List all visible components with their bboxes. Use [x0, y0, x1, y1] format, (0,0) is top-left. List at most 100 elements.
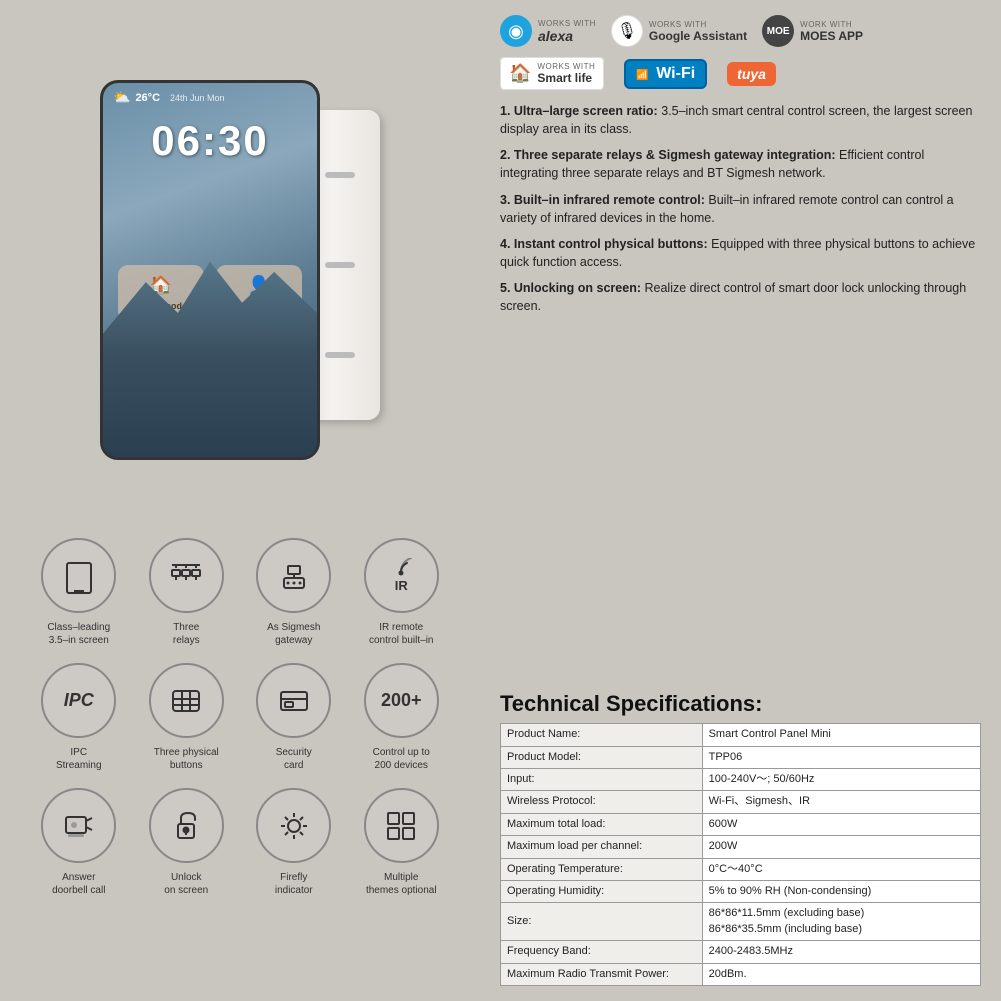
unlock-icon [168, 808, 204, 844]
alexa-name: alexa [538, 28, 596, 44]
spec-value: 20dBm. [702, 963, 980, 985]
temperature: 26°C [135, 92, 160, 104]
ipc-icon-circle: IPC [41, 663, 116, 738]
feature-ipc: IPC IPCStreaming [25, 655, 133, 780]
spec-value: Wi-Fi、Sigmesh、IR [702, 791, 980, 813]
spec-key: Wireless Protocol: [501, 791, 703, 813]
tuya-label: tuya [737, 66, 766, 82]
side-indicator-3 [325, 352, 355, 358]
clock-display: 06:30 [103, 117, 317, 165]
firefly-feature-label: Fireflyindicator [275, 871, 313, 897]
smartlife-compat: 🏠 WORKS WITH Smart life [500, 57, 604, 90]
unlock-icon-circle [149, 788, 224, 863]
buttons-feature-label: Three physicalbuttons [154, 746, 219, 772]
spec-row: Product Model:TPP06 [501, 746, 981, 768]
feature-doorbell: Answerdoorbell call [25, 780, 133, 905]
spec-value: TPP06 [702, 746, 980, 768]
spec-value: 600W [702, 813, 980, 835]
200plus-icon-circle: 200+ [364, 663, 439, 738]
doorbell-icon-circle [41, 788, 116, 863]
google-text: Works with Google Assistant [649, 20, 747, 43]
ir-icon-circle: IR [364, 538, 439, 613]
alexa-compat: ◉ WORKS WITH alexa [500, 15, 596, 47]
relays-feature-label: Threerelays [173, 621, 200, 647]
feature-1-number: 1. Ultra–large screen ratio: [500, 104, 661, 118]
ir-icon-content: IR [387, 558, 415, 593]
alexa-works-text: WORKS WITH [538, 19, 596, 28]
spec-key: Maximum load per channel: [501, 836, 703, 858]
feature-2-number: 2. Three separate relays & Sigmesh gatew… [500, 148, 839, 162]
tuya-badge: tuya [727, 62, 776, 86]
feature-3-number: 3. Built–in infrared remote control: [500, 193, 708, 207]
spec-row: Frequency Band:2400-2483.5MHz [501, 941, 981, 963]
ipc-feature-label: IPCStreaming [56, 746, 102, 772]
tablet-screen-inner: ⛅ 26°C 24th Jun Mon 06:30 🏠 Leave mode [103, 83, 317, 457]
right-panel: ◉ WORKS WITH alexa 🎙 Works with Google A… [480, 0, 1001, 1001]
feature-ir: IR IR remotecontrol built–in [348, 530, 456, 655]
left-panel: ⛅ 26°C 24th Jun Mon 06:30 🏠 Leave mode [0, 0, 480, 1001]
google-compat: 🎙 Works with Google Assistant [611, 15, 747, 47]
feature-gateway: As Sigmeshgateway [240, 530, 348, 655]
features-icon-grid: Class–leading3.5–in screen [10, 530, 470, 905]
feature-relays: Threerelays [133, 530, 241, 655]
feature-point-2: 2. Three separate relays & Sigmesh gatew… [500, 146, 981, 182]
spec-key: Size: [501, 903, 703, 941]
spec-key: Maximum Radio Transmit Power: [501, 963, 703, 985]
screen-icon-circle [41, 538, 116, 613]
spec-value: 5% to 90% RH (Non-condensing) [702, 881, 980, 903]
ir-feature-label: IR remotecontrol built–in [369, 621, 433, 647]
spec-value: 0°C～40°C [702, 858, 980, 880]
spec-row: Input:100-240V～; 50/60Hz [501, 769, 981, 791]
wifi-badge: 📶 Wi-Fi [624, 59, 707, 89]
buttons-icon [168, 683, 204, 719]
200plus-feature-label: Control up to200 devices [373, 746, 430, 772]
spec-row: Maximum Radio Transmit Power:20dBm. [501, 963, 981, 985]
feature-security-card: Securitycard [240, 655, 348, 780]
side-indicator-2 [325, 262, 355, 268]
spec-row: Operating Temperature:0°C～40°C [501, 858, 981, 880]
alexa-icon: ◉ [508, 21, 524, 42]
feature-themes: Multiplethemes optional [348, 780, 456, 905]
device-image-area: ⛅ 26°C 24th Jun Mon 06:30 🏠 Leave mode [10, 20, 470, 520]
specs-title: Technical Specifications: [500, 691, 981, 717]
google-works-text: Works with [649, 20, 747, 29]
200plus-text: 200+ [381, 690, 422, 711]
feature-200plus: 200+ Control up to200 devices [348, 655, 456, 780]
spec-value: Smart Control Panel Mini [702, 724, 980, 746]
security-card-icon-circle [256, 663, 331, 738]
alexa-text: WORKS WITH alexa [538, 19, 596, 44]
wifi-label: Wi-Fi [656, 65, 695, 82]
buttons-icon-circle [149, 663, 224, 738]
themes-feature-label: Multiplethemes optional [366, 871, 437, 897]
specs-table: Product Name:Smart Control Panel MiniPro… [500, 723, 981, 986]
moes-works-text: WORK WITH [800, 20, 863, 29]
feature-firefly: Fireflyindicator [240, 780, 348, 905]
google-name: Google Assistant [649, 29, 747, 43]
firefly-icon [276, 808, 312, 844]
tablet-screen: ⛅ 26°C 24th Jun Mon 06:30 🏠 Leave mode [100, 80, 320, 460]
spec-row: Product Name:Smart Control Panel Mini [501, 724, 981, 746]
doorbell-feature-label: Answerdoorbell call [52, 871, 105, 897]
main-container: ⛅ 26°C 24th Jun Mon 06:30 🏠 Leave mode [0, 0, 1001, 1001]
smartlife-name: Smart life [537, 71, 595, 85]
spec-key: Frequency Band: [501, 941, 703, 963]
unlock-feature-label: Unlockon screen [164, 871, 208, 897]
spec-key: Product Name: [501, 724, 703, 746]
google-logo: 🎙 [611, 15, 643, 47]
feature-5-number: 5. Unlocking on screen: [500, 281, 644, 295]
ir-wifi-icon [387, 558, 415, 576]
spec-row: Wireless Protocol:Wi-Fi、Sigmesh、IR [501, 791, 981, 813]
smartlife-works-text: WORKS WITH [537, 62, 595, 71]
alexa-logo: ◉ [500, 15, 532, 47]
date: 24th Jun Mon [170, 93, 225, 103]
spec-value: 2400-2483.5MHz [702, 941, 980, 963]
moes-logo: MOE [762, 15, 794, 47]
spec-key: Product Model: [501, 746, 703, 768]
feature-point-4: 4. Instant control physical buttons: Equ… [500, 235, 981, 271]
moes-text: WORK WITH MOES APP [800, 20, 863, 43]
doorbell-icon [61, 808, 97, 844]
weather-icon: ⛅ [113, 89, 130, 106]
screen-feature-label: Class–leading3.5–in screen [47, 621, 110, 647]
screen-icon [61, 558, 97, 594]
tablet-device: ⛅ 26°C 24th Jun Mon 06:30 🏠 Leave mode [100, 80, 380, 460]
